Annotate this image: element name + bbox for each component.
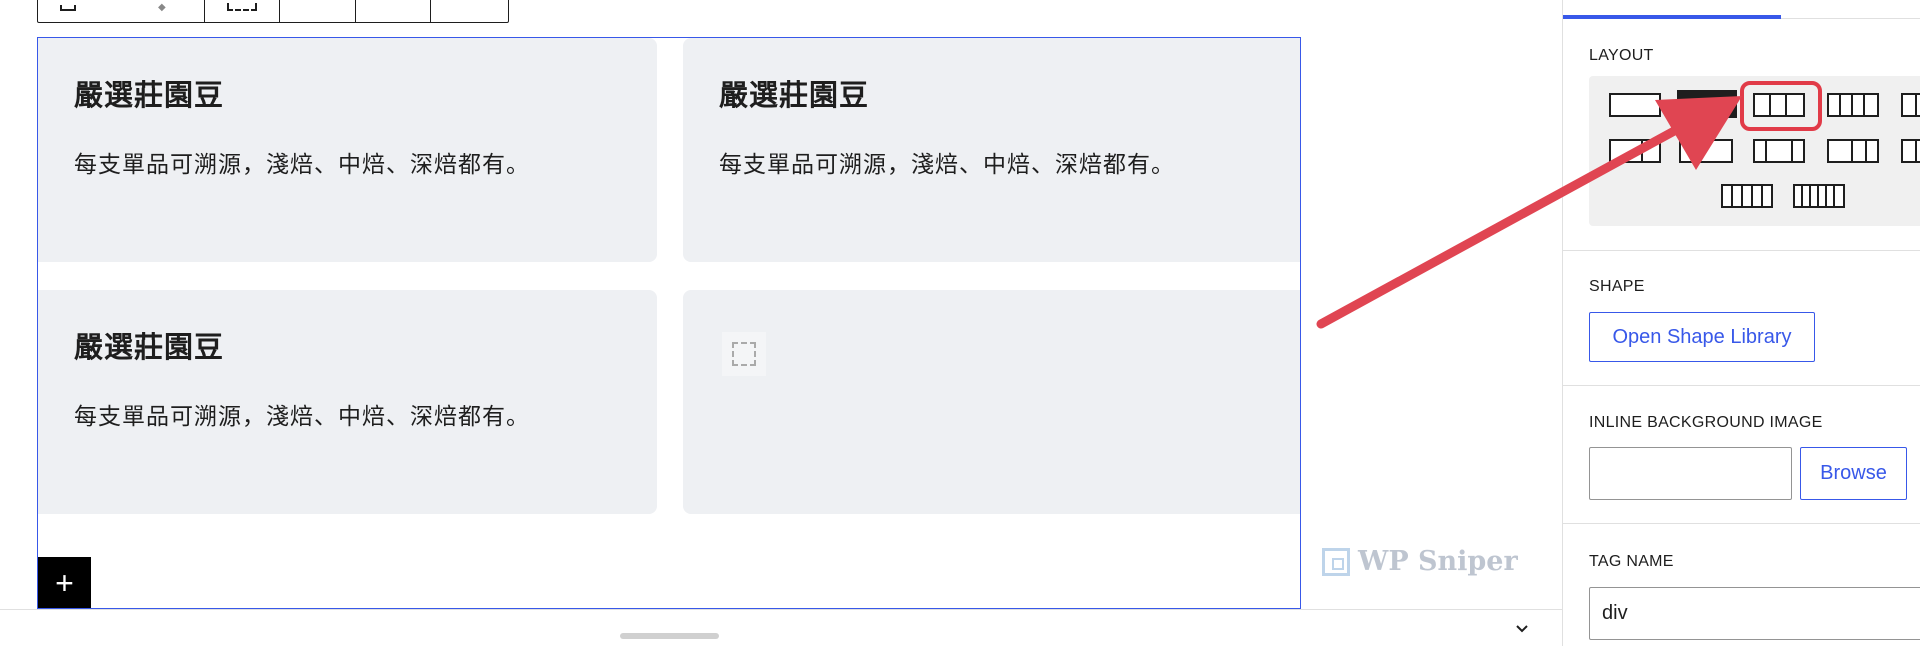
- toolbar-button-4[interactable]: [356, 0, 432, 22]
- card-title[interactable]: 嚴選莊園豆: [74, 72, 224, 114]
- settings-sidebar: LAYOUT SHAPE Open Shape Library INLINE B…: [1562, 0, 1920, 646]
- background-image-url-input[interactable]: [1589, 447, 1792, 500]
- layout-option-6-even[interactable]: [1793, 184, 1845, 208]
- layout-option-split-b[interactable]: [1679, 139, 1733, 163]
- layout-option-5-even[interactable]: [1721, 184, 1773, 208]
- card-title[interactable]: 嚴選莊園豆: [74, 324, 224, 366]
- shape-label: SHAPE: [1589, 278, 1645, 295]
- grid-card[interactable]: 嚴選莊園豆 每支單品可溯源，淺焙、中焙、深焙都有。: [38, 290, 657, 514]
- card-text[interactable]: 每支單品可溯源，淺焙、中焙、深焙都有。: [74, 145, 530, 179]
- layout-option-split-e[interactable]: [1901, 139, 1920, 163]
- open-shape-library-button[interactable]: Open Shape Library: [1589, 312, 1815, 362]
- tab-block-active-indicator[interactable]: [1563, 15, 1781, 19]
- toolbar-button-5[interactable]: [431, 0, 508, 22]
- layout-option-5-columns[interactable]: [1901, 93, 1920, 117]
- toolbar-button-3[interactable]: [280, 0, 356, 22]
- layout-option-split-a[interactable]: [1609, 139, 1661, 163]
- toolbar-grid-button[interactable]: [205, 0, 280, 22]
- layout-picker: [1589, 76, 1920, 226]
- tag-name-label: TAG NAME: [1589, 553, 1674, 570]
- add-block-button[interactable]: +: [38, 557, 91, 608]
- layout-option-1-column[interactable]: [1609, 93, 1661, 117]
- selected-layout-highlight: [1740, 81, 1822, 131]
- resize-handle[interactable]: [620, 633, 719, 639]
- layout-label: LAYOUT: [1589, 47, 1654, 64]
- panel-divider: [1563, 523, 1920, 524]
- tag-name-input[interactable]: div: [1589, 587, 1920, 640]
- layout-option-2-columns[interactable]: [1677, 90, 1737, 118]
- inline-background-image-label: INLINE BACKGROUND IMAGE: [1589, 414, 1823, 431]
- sidebar-tabs: [1563, 0, 1920, 19]
- layout-option-split-c[interactable]: [1753, 139, 1805, 163]
- chevron-down-icon[interactable]: [1515, 622, 1529, 636]
- layout-option-4-columns[interactable]: [1827, 93, 1879, 117]
- columns-icon: [227, 3, 258, 11]
- card-text[interactable]: 每支單品可溯源，淺焙、中焙、深焙都有。: [74, 397, 530, 431]
- chevron-icon: ◆: [158, 2, 166, 13]
- layout-option-split-d[interactable]: [1827, 139, 1879, 163]
- browse-button[interactable]: Browse: [1800, 447, 1907, 500]
- watermark: WP Sniper: [1322, 546, 1518, 577]
- card-text[interactable]: 每支單品可溯源，淺焙、中焙、深焙都有。: [719, 145, 1175, 179]
- editor-canvas: ◆ 嚴選莊園豆 每支單品可溯源，淺焙、中焙、深焙都有。 嚴選莊園豆 每支單品可溯…: [0, 0, 1562, 646]
- dashed-square-icon: [732, 342, 756, 366]
- block-toolbar: ◆: [37, 0, 509, 23]
- grid-card[interactable]: 嚴選莊園豆 每支單品可溯源，淺焙、中焙、深焙都有。: [683, 38, 1300, 262]
- panel-divider: [1563, 250, 1920, 251]
- grid-card[interactable]: 嚴選莊園豆 每支單品可溯源，淺焙、中焙、深焙都有。: [38, 38, 657, 262]
- wp-sniper-logo-icon: [1322, 547, 1350, 576]
- block-type-switcher[interactable]: ◆: [38, 0, 206, 22]
- card-title[interactable]: 嚴選莊園豆: [719, 72, 869, 114]
- editor-footer: [0, 609, 1562, 646]
- grid-block-icon: [60, 5, 76, 11]
- block-placeholder-icon[interactable]: [722, 332, 766, 376]
- watermark-text: WP Sniper: [1358, 546, 1518, 577]
- grid-card-empty[interactable]: [683, 290, 1300, 514]
- panel-divider: [1563, 385, 1920, 386]
